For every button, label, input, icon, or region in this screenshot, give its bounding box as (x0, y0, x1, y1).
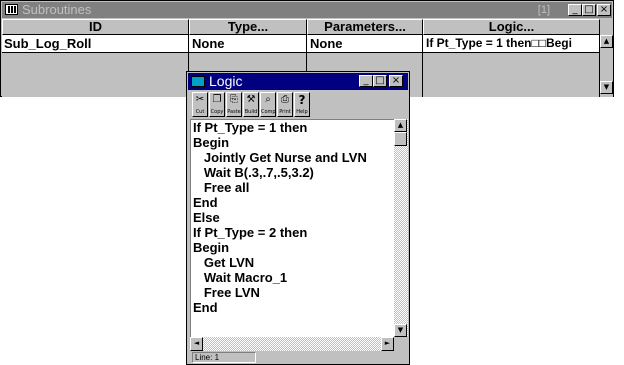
column-header-logic[interactable]: Logic... (423, 19, 600, 35)
code-line: Free all (193, 180, 250, 195)
code-line: Jointly Get Nurse and LVN (193, 150, 367, 165)
code-line: Begin (193, 135, 230, 150)
code-line: Wait B(.3,.7,.5,3.2) (193, 165, 314, 180)
code-line: Free LVN (193, 285, 260, 300)
help-button[interactable]: ? Help (294, 92, 310, 117)
status-line: Line: 1 (192, 352, 256, 363)
paste-button[interactable]: ⎘ Paste (226, 92, 242, 117)
code-line: End (193, 195, 218, 210)
table-icon (5, 4, 18, 15)
code-line: Get LVN (193, 255, 255, 270)
close-button[interactable]: × (597, 4, 611, 16)
cell-type[interactable]: None (189, 35, 307, 53)
maximize-button[interactable]: □ (373, 75, 387, 87)
scroll-down-arrow-icon[interactable]: ▼ (600, 81, 613, 94)
copy-button[interactable]: ❐ Copy (209, 92, 225, 117)
cell-logic[interactable]: If Pt_Type = 1 then□□Begi (423, 35, 600, 53)
scroll-down-arrow-icon[interactable]: ▼ (394, 324, 407, 337)
cell-id[interactable]: Sub_Log_Roll (2, 35, 189, 53)
logic-code-editor[interactable]: If Pt_Type = 1 then Begin Jointly Get Nu… (190, 119, 394, 337)
empty-row-area (423, 53, 600, 97)
code-line: If Pt_Type = 2 then (193, 225, 308, 240)
code-line: Wait Macro_1 (193, 270, 288, 285)
empty-row-area (2, 53, 189, 97)
cell-parameters[interactable]: None (307, 35, 423, 53)
column-header-parameters[interactable]: Parameters... (307, 19, 423, 35)
vertical-scrollbar[interactable]: ▲ ▼ (394, 119, 408, 337)
column-header-type[interactable]: Type... (189, 19, 307, 35)
window-title: Logic (209, 73, 243, 89)
maximize-button[interactable]: □ (582, 4, 596, 16)
code-line: Begin (193, 240, 230, 255)
code-line: End (193, 300, 218, 315)
logic-title-bar[interactable]: Logic _ □ × (188, 73, 408, 90)
window-title: Subroutines (22, 2, 92, 17)
help-icon: ? (298, 93, 306, 107)
subroutines-title-bar[interactable]: Subroutines [1] _ □ × (2, 2, 612, 18)
scroll-left-arrow-icon[interactable]: ◄ (190, 337, 203, 351)
horizontal-scrollbar[interactable]: ◄ ► (190, 337, 394, 351)
printer-icon: ⎙ (281, 94, 289, 105)
cut-button[interactable]: ✂ Cut (192, 92, 208, 117)
scissors-icon: ✂ (195, 94, 205, 105)
close-button[interactable]: × (389, 75, 403, 87)
scroll-up-arrow-icon[interactable]: ▲ (394, 119, 407, 132)
compile-icon: ⌕ (265, 94, 271, 105)
build-icon: ⚒ (246, 94, 256, 105)
logic-window-icon (191, 76, 205, 87)
scroll-right-arrow-icon[interactable]: ► (381, 337, 394, 351)
code-line: Else (193, 210, 220, 225)
print-button[interactable]: ⎙ Print (277, 92, 293, 117)
record-counter: [1] (537, 4, 550, 16)
copy-icon: ❐ (212, 94, 222, 105)
minimize-button[interactable]: _ (568, 4, 582, 16)
code-line: If Pt_Type = 1 then (193, 120, 308, 135)
scroll-up-arrow-icon[interactable]: ▲ (600, 35, 613, 48)
compile-button[interactable]: ⌕ Comp (260, 92, 276, 117)
scroll-thumb[interactable] (394, 132, 407, 146)
logic-window: Logic _ □ × ✂ Cut ❐ Copy ⎘ Paste ⚒ Build… (186, 71, 410, 365)
column-header-id[interactable]: ID (2, 19, 189, 35)
vertical-scrollbar[interactable]: ▲ ▼ (600, 35, 613, 97)
build-button[interactable]: ⚒ Build (243, 92, 259, 117)
paste-icon: ⎘ (230, 94, 238, 105)
minimize-button[interactable]: _ (359, 75, 373, 87)
